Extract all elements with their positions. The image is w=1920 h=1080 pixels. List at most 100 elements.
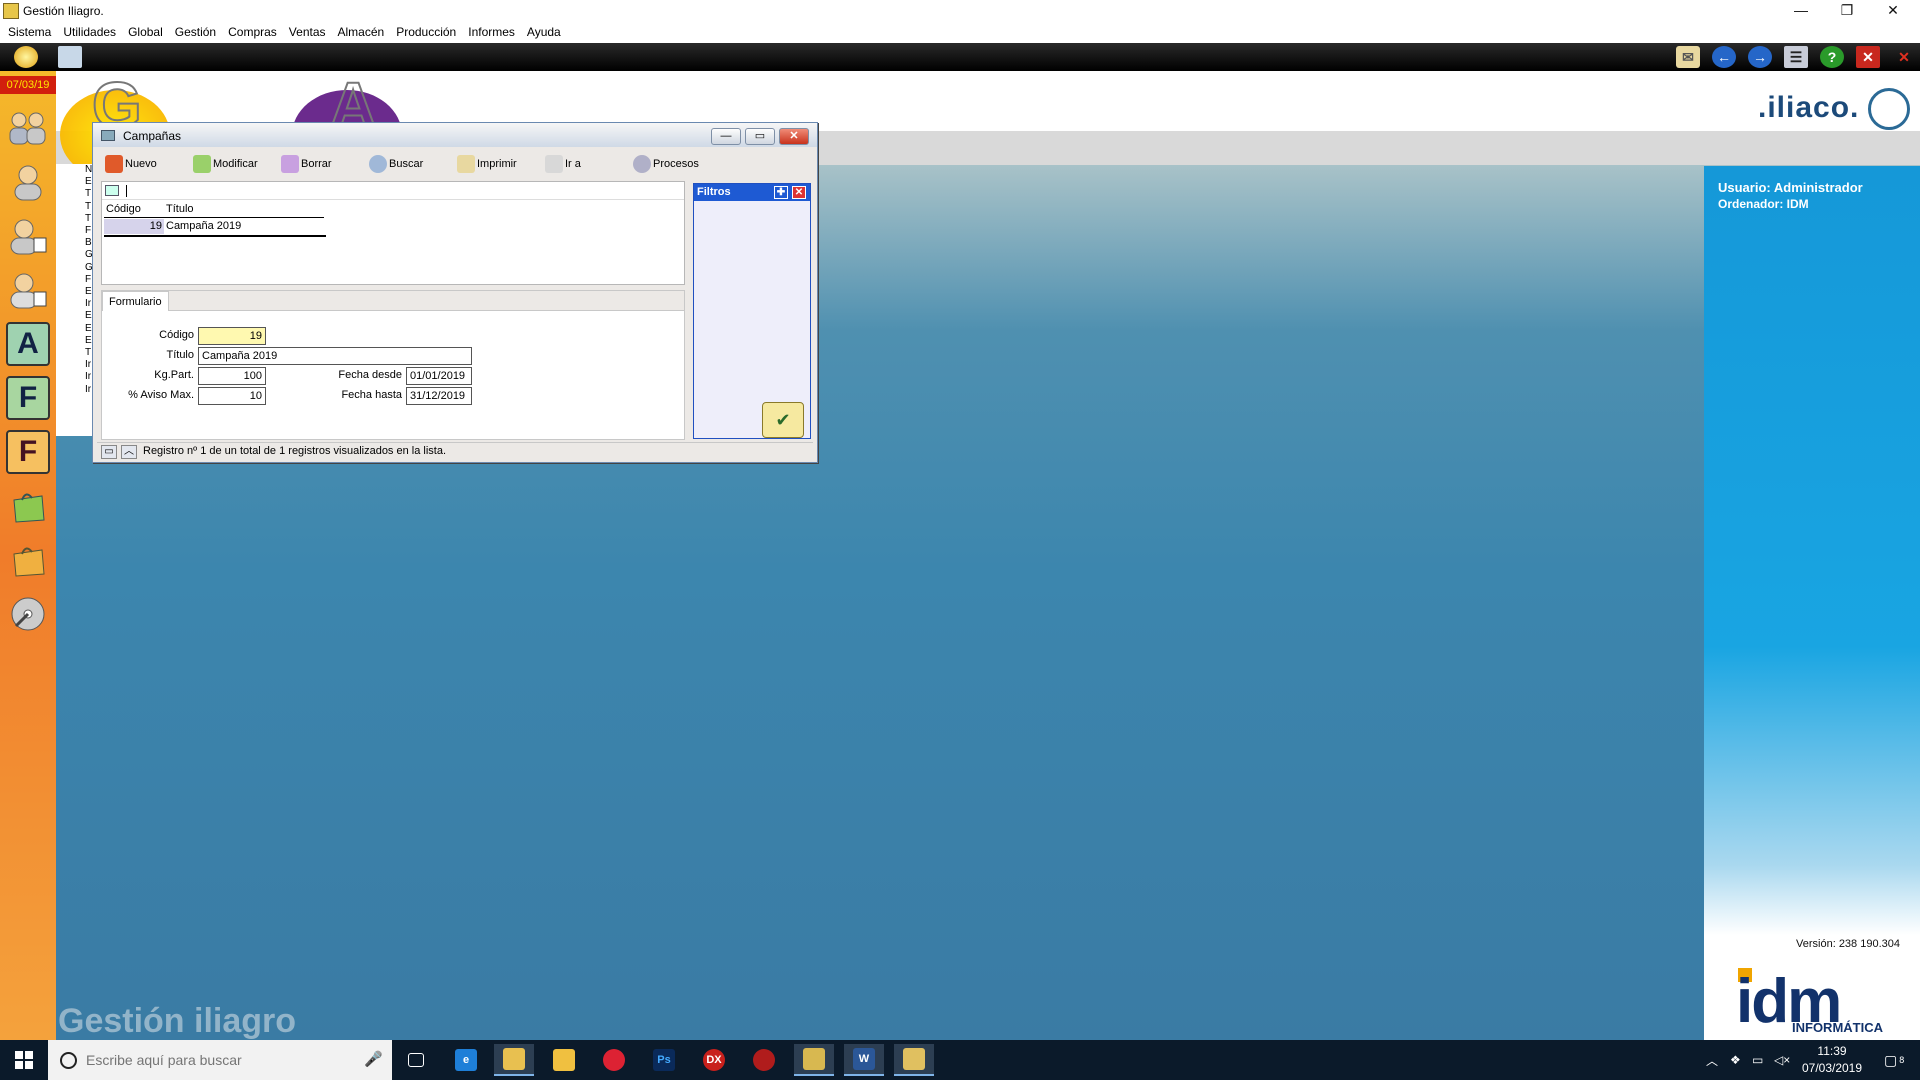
- notification-count: 8: [1899, 1055, 1905, 1065]
- help-icon[interactable]: ?: [1820, 46, 1844, 68]
- tab-strip: Formulario: [102, 291, 684, 311]
- grid-quick-filter-caret[interactable]: [126, 185, 127, 197]
- network-icon[interactable]: ▭: [1752, 1040, 1763, 1080]
- iliagro-main-icon[interactable]: [894, 1044, 934, 1076]
- windows-start-icon[interactable]: [0, 1040, 48, 1080]
- taskbar-search[interactable]: 🎤: [48, 1040, 392, 1080]
- codigo-field[interactable]: 19: [198, 327, 266, 345]
- app-watermark: Gestión iliagro: [58, 1002, 297, 1040]
- aviso-max-field[interactable]: 10: [198, 387, 266, 405]
- back-arrow-icon[interactable]: ←: [1712, 46, 1736, 68]
- clients-group-icon[interactable]: [6, 106, 50, 150]
- apply-filter-icon[interactable]: ✔: [762, 402, 804, 438]
- menu-ayuda[interactable]: Ayuda: [521, 22, 567, 43]
- search-input[interactable]: [86, 1050, 356, 1070]
- menu-utilidades[interactable]: Utilidades: [57, 22, 122, 43]
- menu-ventas[interactable]: Ventas: [283, 22, 332, 43]
- menu-produccion[interactable]: Producción: [390, 22, 462, 43]
- table-row-title[interactable]: Campaña 2019: [164, 219, 324, 234]
- word-icon[interactable]: W: [844, 1044, 884, 1076]
- window-list-icon[interactable]: [58, 46, 82, 68]
- mail-icon[interactable]: ✉: [1676, 46, 1700, 68]
- file-folder-app-icon[interactable]: [494, 1044, 534, 1076]
- menu-sistema[interactable]: Sistema: [2, 22, 57, 43]
- status-layout-icon[interactable]: ▭: [101, 445, 117, 459]
- window-title-bar: Gestión Iliagro. — ❐ ✕: [0, 0, 1920, 22]
- print-button[interactable]: Imprimir: [445, 153, 533, 175]
- grid-header-titulo[interactable]: Título: [164, 202, 324, 218]
- shopping-bag-green-icon[interactable]: [6, 484, 50, 528]
- file-explorer-icon[interactable]: [544, 1044, 584, 1076]
- search-icon: [369, 155, 387, 173]
- notification-center-icon[interactable]: ▢ 8: [1884, 1040, 1904, 1080]
- search-button[interactable]: Buscar: [357, 153, 445, 175]
- go-to-button[interactable]: Ir a: [533, 153, 621, 175]
- red-circle-app-icon[interactable]: [744, 1044, 784, 1076]
- titulo-field[interactable]: Campaña 2019: [198, 347, 472, 365]
- menu-gestion[interactable]: Gestión: [169, 22, 222, 43]
- form-tab-panel: Formulario Código 19 Título Campaña 2019…: [101, 290, 685, 440]
- grid-layout-icon[interactable]: [105, 185, 119, 196]
- dropbox-icon[interactable]: ❖: [1730, 1040, 1741, 1080]
- campaigns-title: Campañas: [123, 129, 182, 143]
- facturas-compra-f-icon[interactable]: F: [6, 430, 50, 474]
- facturas-f-icon[interactable]: F: [6, 376, 50, 420]
- minimize-button[interactable]: —: [1778, 0, 1824, 22]
- menu-compras[interactable]: Compras: [222, 22, 283, 43]
- kg-part-label: Kg.Part.: [154, 369, 194, 381]
- filters-pin-icon[interactable]: ✚: [774, 186, 788, 199]
- campaigns-title-bar[interactable]: Campañas — ▭ ✕: [93, 123, 817, 147]
- grid-header-codigo[interactable]: Código: [104, 202, 164, 218]
- campaigns-toolbar: Nuevo Modificar Borrar Buscar Imprimir I…: [93, 153, 817, 175]
- grid-filter-row: [102, 182, 684, 200]
- table-row-code[interactable]: 19: [104, 219, 164, 234]
- agent-user-icon[interactable]: [6, 268, 50, 312]
- menu-informes[interactable]: Informes: [462, 22, 521, 43]
- forward-arrow-icon[interactable]: →: [1748, 46, 1772, 68]
- menu-almacen[interactable]: Almacén: [332, 22, 391, 43]
- new-button[interactable]: Nuevo: [93, 153, 181, 175]
- microphone-icon[interactable]: 🎤: [364, 1050, 383, 1068]
- campaigns-minimize-button[interactable]: —: [711, 128, 741, 145]
- windows-menu-icon[interactable]: ☰: [1784, 46, 1808, 68]
- new-icon: [105, 155, 123, 173]
- close-all-icon[interactable]: ✕: [1892, 46, 1916, 68]
- photoshop-icon[interactable]: Ps: [644, 1044, 684, 1076]
- cortana-icon: [60, 1052, 77, 1069]
- user-icon[interactable]: [6, 160, 50, 204]
- processes-button[interactable]: Procesos: [621, 153, 709, 175]
- idm-logo-subtitle: INFORMÁTICA: [1792, 1020, 1883, 1035]
- tray-chevron-icon[interactable]: ︿: [1706, 1040, 1718, 1080]
- aviso-max-label: % Aviso Max.: [128, 389, 194, 401]
- launcher-date: 07/03/19: [0, 76, 56, 94]
- kg-part-field[interactable]: 100: [198, 367, 266, 385]
- dx-app-icon[interactable]: DX: [694, 1044, 734, 1076]
- restore-button[interactable]: ❐: [1824, 0, 1870, 22]
- task-view-icon[interactable]: [396, 1044, 436, 1076]
- delete-button[interactable]: Borrar: [269, 153, 357, 175]
- close-window-icon[interactable]: ✕: [1856, 46, 1880, 68]
- taskbar-clock[interactable]: 11:39 07/03/2019: [1788, 1043, 1876, 1077]
- albaranes-a-icon[interactable]: A: [6, 322, 50, 366]
- shopping-bag-orange-icon[interactable]: [6, 538, 50, 582]
- provider-user-icon[interactable]: [6, 214, 50, 258]
- campaigns-grid: Código Título 19 Campaña 2019: [101, 181, 685, 285]
- iliagro-app-icon[interactable]: [794, 1044, 834, 1076]
- fecha-desde-field[interactable]: 01/01/2019: [406, 367, 472, 385]
- menu-global[interactable]: Global: [122, 22, 169, 43]
- tab-formulario[interactable]: Formulario: [102, 291, 169, 311]
- filters-header: Filtros ✚ ✕: [694, 184, 810, 201]
- campaigns-maximize-button[interactable]: ▭: [745, 128, 775, 145]
- filters-panel: Filtros ✚ ✕ ✔: [693, 183, 811, 439]
- filters-close-icon[interactable]: ✕: [792, 186, 806, 199]
- campaigns-close-button[interactable]: ✕: [779, 128, 809, 145]
- home-orb-icon[interactable]: [14, 46, 38, 68]
- close-button[interactable]: ✕: [1870, 0, 1916, 22]
- edge-icon[interactable]: e: [446, 1044, 486, 1076]
- chrome-icon[interactable]: [594, 1044, 634, 1076]
- status-collapse-icon[interactable]: ︿: [121, 445, 137, 459]
- iliaco-logo: .iliaco.: [1758, 91, 1860, 124]
- fecha-hasta-field[interactable]: 31/12/2019: [406, 387, 472, 405]
- modify-button[interactable]: Modificar: [181, 153, 269, 175]
- tools-disc-icon[interactable]: [6, 592, 50, 636]
